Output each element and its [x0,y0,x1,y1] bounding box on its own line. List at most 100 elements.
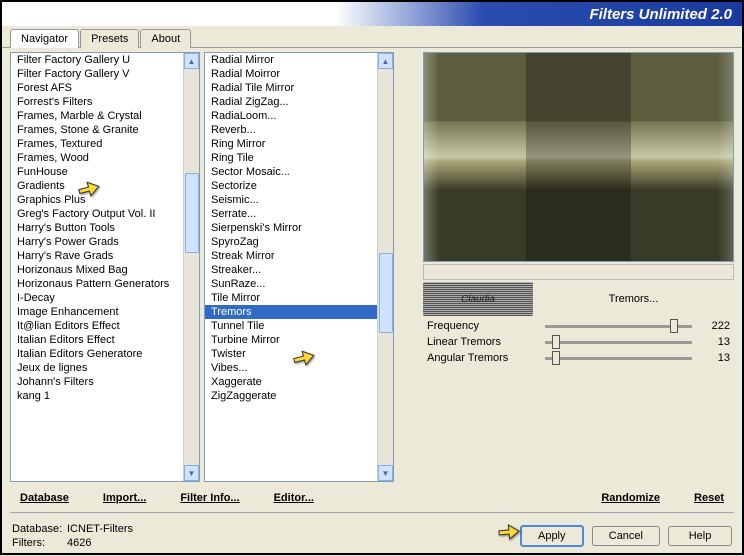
list-item[interactable]: Ring Mirror [205,137,393,151]
list-item[interactable]: ZigZaggerate [205,389,393,403]
tab-strip: Navigator Presets About [2,26,742,48]
list-item[interactable]: FunHouse [11,165,199,179]
param-label: Angular Tremors [427,352,537,364]
list-item[interactable]: Sectorize [205,179,393,193]
list-item[interactable]: Seismic... [205,193,393,207]
db-value: ICNET-Filters [67,522,133,536]
list-item[interactable]: Forrest's Filters [11,95,199,109]
param-value: 13 [700,352,730,364]
help-button[interactable]: Help [668,526,732,546]
list-item[interactable]: Frames, Marble & Crystal [11,109,199,123]
list-item[interactable]: Radial ZigZag... [205,95,393,109]
title-text: Filters Unlimited 2.0 [589,6,732,23]
randomize-link[interactable]: Randomize [593,490,668,506]
param-slider[interactable] [545,325,692,328]
param-row: Angular Tremors 13 [423,350,734,366]
list-item[interactable]: Frames, Textured [11,137,199,151]
list-item[interactable]: Tunnel Tile [205,319,393,333]
database-link[interactable]: Database [12,490,77,506]
list-item[interactable]: Twister [205,347,393,361]
list-item[interactable]: Radial Mirror [205,53,393,67]
list-item[interactable]: Sector Mosaic... [205,165,393,179]
slider-thumb[interactable] [552,335,560,349]
db-label: Database: [12,522,67,536]
list-item[interactable]: Filter Factory Gallery V [11,67,199,81]
apply-button[interactable]: Apply [520,525,584,547]
list-item[interactable]: Filter Factory Gallery U [11,53,199,67]
scroll-down-icon[interactable]: ▼ [378,465,393,481]
cancel-button[interactable]: Cancel [592,526,660,546]
list-item[interactable]: Radial Tile Mirror [205,81,393,95]
preview-image [424,53,733,261]
param-row: Frequency222 [423,318,734,334]
filter-header: Claudia Tremors... [423,282,734,316]
filters-value: 4626 [67,536,91,550]
filterinfo-link[interactable]: Filter Info... [172,490,247,506]
scrollbar-filters[interactable]: ▲ ▼ [377,53,393,481]
list-item[interactable]: Frames, Wood [11,151,199,165]
list-item[interactable]: RadiaLoom... [205,109,393,123]
list-item[interactable]: Harry's Rave Grads [11,249,199,263]
scroll-thumb[interactable] [379,253,393,333]
list-item[interactable]: Sierpenski's Mirror [205,221,393,235]
link-bar: Database Import... Filter Info... Editor… [2,484,742,510]
scroll-up-icon[interactable]: ▲ [378,53,393,69]
slider-thumb[interactable] [670,319,678,333]
param-label: Linear Tremors [427,336,537,348]
slider-thumb[interactable] [552,351,560,365]
editor-link[interactable]: Editor... [266,490,322,506]
list-item[interactable]: Johann's Filters [11,375,199,389]
import-link[interactable]: Import... [95,490,154,506]
tab-about[interactable]: About [140,29,191,48]
list-item[interactable]: Tile Mirror [205,291,393,305]
separator [10,512,734,514]
scrollbar-categories[interactable]: ▲ ▼ [183,53,199,481]
param-value: 13 [700,336,730,348]
list-item[interactable]: Horizonaus Pattern Generators [11,277,199,291]
list-item[interactable]: Ring Tile [205,151,393,165]
right-panel: Claudia Tremors... Frequency222Linear Tr… [398,52,734,484]
scroll-thumb[interactable] [185,173,199,253]
list-item[interactable]: Harry's Power Grads [11,235,199,249]
list-item[interactable]: Greg's Factory Output Vol. II [11,207,199,221]
list-item[interactable]: Vibes... [205,361,393,375]
reset-link[interactable]: Reset [686,490,732,506]
list-item[interactable]: Xaggerate [205,375,393,389]
filters-label: Filters: [12,536,67,550]
scroll-down-icon[interactable]: ▼ [184,465,199,481]
list-item[interactable]: It@lian Editors Effect [11,319,199,333]
list-item[interactable]: Streaker... [205,263,393,277]
filter-title: Tremors... [533,289,734,309]
list-item[interactable]: Image Enhancement [11,305,199,319]
list-item[interactable]: Italian Editors Generatore [11,347,199,361]
tab-presets[interactable]: Presets [80,29,139,48]
param-row: Linear Tremors 13 [423,334,734,350]
list-item[interactable]: kang 1 [11,389,199,403]
footer: Database:ICNET-Filters Filters:4626 Appl… [2,516,742,556]
list-item[interactable]: Italian Editors Effect [11,333,199,347]
list-item[interactable]: Tremors [205,305,393,319]
title-bar: Filters Unlimited 2.0 [2,2,742,26]
list-item[interactable]: Graphics Plus [11,193,199,207]
filter-list[interactable]: Radial MirrorRadial MoirrorRadial Tile M… [204,52,394,482]
list-item[interactable]: Harry's Button Tools [11,221,199,235]
list-item[interactable]: Horizonaus Mixed Bag [11,263,199,277]
param-slider[interactable] [545,341,692,344]
list-item[interactable]: Forest AFS [11,81,199,95]
scroll-up-icon[interactable]: ▲ [184,53,199,69]
param-slider[interactable] [545,357,692,360]
list-item[interactable]: Radial Moirror [205,67,393,81]
list-item[interactable]: I-Decay [11,291,199,305]
list-item[interactable]: Gradients [11,179,199,193]
list-item[interactable]: Frames, Stone & Granite [11,123,199,137]
list-item[interactable]: SunRaze... [205,277,393,291]
list-item[interactable]: Streak Mirror [205,249,393,263]
tab-navigator[interactable]: Navigator [10,29,79,48]
list-item[interactable]: Reverb... [205,123,393,137]
list-item[interactable]: Jeux de lignes [11,361,199,375]
preview-scroll-h[interactable] [423,264,734,280]
list-item[interactable]: Serrate... [205,207,393,221]
list-item[interactable]: SpyroZag [205,235,393,249]
category-list[interactable]: Filter Factory Gallery UFilter Factory G… [10,52,200,482]
list-item[interactable]: Turbine Mirror [205,333,393,347]
